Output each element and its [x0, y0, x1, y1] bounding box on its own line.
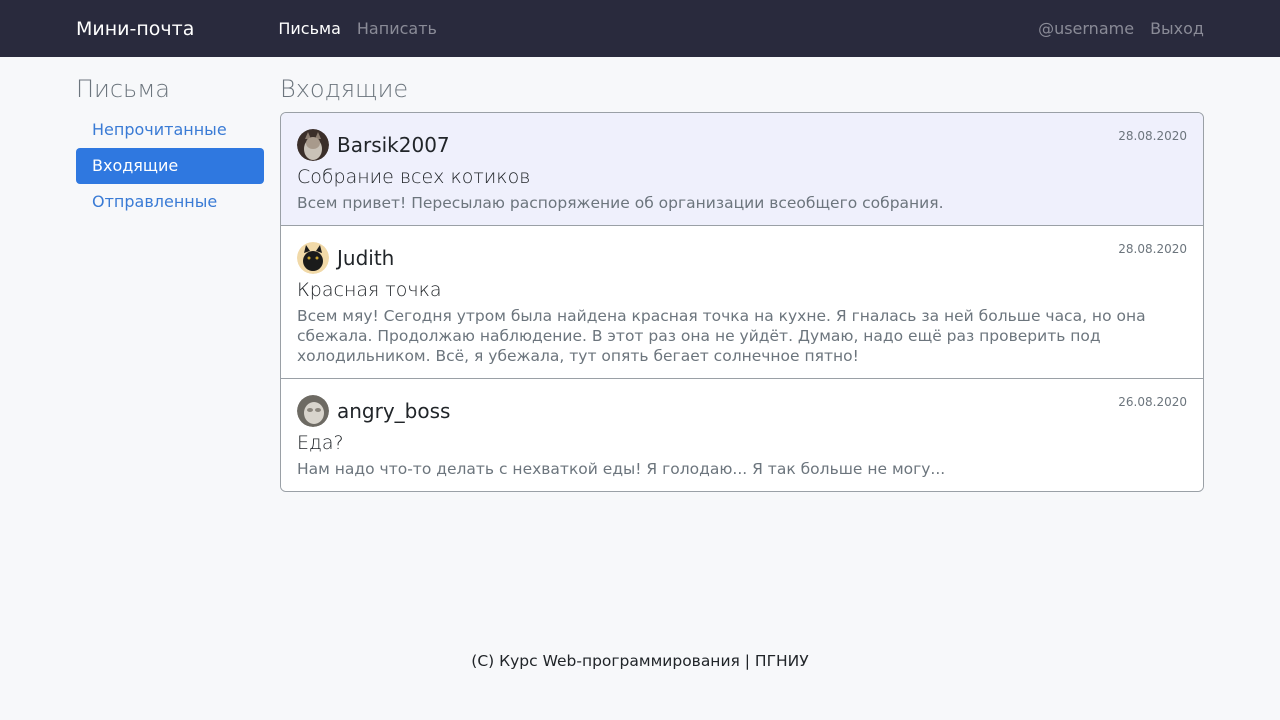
sidebar-item-unread[interactable]: Непрочитанные	[76, 112, 264, 148]
username-link[interactable]: @username	[1038, 19, 1134, 38]
message-preview: Нам надо что-то делать с нехваткой еды! …	[297, 460, 946, 478]
message-header: Judith	[297, 242, 1187, 274]
message-header: angry_boss	[297, 395, 1187, 427]
sidebar-item-sent[interactable]: Отправленные	[76, 184, 264, 220]
avatar	[297, 242, 329, 274]
message-subject: Собрание всех котиков	[297, 166, 531, 188]
logout-link[interactable]: Выход	[1150, 19, 1204, 38]
nav-right-group: @username Выход	[1022, 19, 1204, 38]
message-item[interactable]: Barsik2007 28.08.2020 Собрание всех коти…	[281, 113, 1203, 226]
sidebar: Письма Непрочитанные Входящие Отправленн…	[76, 74, 264, 220]
message-preview: Всем привет! Пересылаю распоряжение об о…	[297, 194, 944, 212]
brand-link[interactable]: Мини-почта	[76, 18, 194, 40]
message-subject: Красная точка	[297, 279, 442, 301]
message-sender: Barsik2007	[337, 133, 450, 157]
message-item[interactable]: Judith 28.08.2020 Красная точка Всем мяу…	[281, 226, 1203, 379]
top-navbar: Мини-почта Письма Написать @username Вых…	[0, 0, 1280, 57]
message-date: 28.08.2020	[1118, 129, 1187, 143]
message-list: Barsik2007 28.08.2020 Собрание всех коти…	[280, 112, 1204, 492]
sidebar-title: Письма	[76, 75, 171, 103]
message-date: 26.08.2020	[1118, 395, 1187, 409]
message-subject: Еда?	[297, 432, 344, 454]
page-title: Входящие	[280, 75, 409, 103]
message-preview: Всем мяу! Сегодня утром была найдена кра…	[297, 307, 1146, 365]
message-date: 28.08.2020	[1118, 242, 1187, 256]
main-content: Входящие Barsik2007 28.08.2020 Собрание …	[280, 74, 1204, 492]
message-sender: angry_boss	[337, 399, 451, 423]
message-sender: Judith	[337, 246, 395, 270]
nav-link-compose[interactable]: Написать	[357, 19, 437, 38]
nav-link-letters[interactable]: Письма	[278, 19, 341, 38]
message-item[interactable]: angry_boss 26.08.2020 Еда? Нам надо что-…	[281, 379, 1203, 491]
message-header: Barsik2007	[297, 129, 1187, 161]
footer-text: (C) Курс Web-программирования | ПГНИУ	[471, 652, 809, 670]
avatar	[297, 129, 329, 161]
avatar	[297, 395, 329, 427]
sidebar-item-inbox[interactable]: Входящие	[76, 148, 264, 184]
